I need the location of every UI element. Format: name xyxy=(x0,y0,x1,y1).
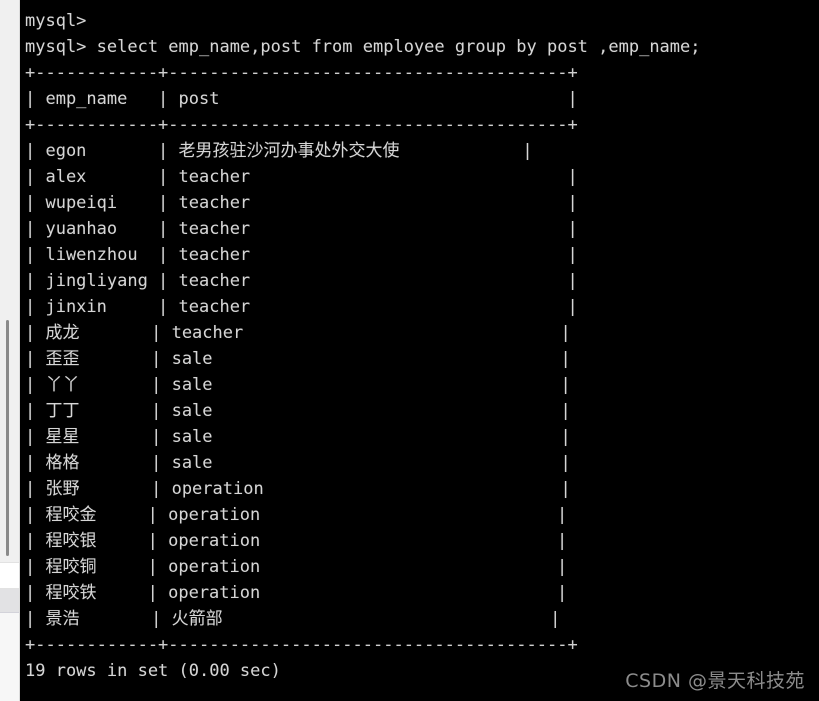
table-row: | wupeiqi | teacher | xyxy=(25,193,578,213)
table-row: | 程咬银 | operation | xyxy=(25,531,568,551)
prompt-line-query: mysql> select emp_name,post from employe… xyxy=(25,37,701,57)
table-row: | liwenzhou | teacher | xyxy=(25,245,578,265)
csdn-watermark: CSDN @景天科技苑 xyxy=(625,670,805,692)
table-row: | yuanhao | teacher | xyxy=(25,219,578,239)
scrollbar-track[interactable] xyxy=(0,0,19,560)
table-row: | 程咬金 | operation | xyxy=(25,505,568,525)
table-row: | jinxin | teacher | xyxy=(25,297,578,317)
terminal-output: mysql> mysql> select emp_name,post from … xyxy=(25,8,819,701)
prompt-line-blank: mysql> xyxy=(25,11,87,31)
gutter-block-white xyxy=(0,562,19,589)
terminal-pane[interactable]: mysql> mysql> select emp_name,post from … xyxy=(20,0,819,701)
table-row: | 景浩 | 火箭部 | xyxy=(25,609,561,629)
screenshot-root: mysql> mysql> select emp_name,post from … xyxy=(0,0,819,701)
left-gutter xyxy=(0,0,20,701)
scrollbar-thumb[interactable] xyxy=(6,320,9,556)
table-row: | 丁丁 | sale | xyxy=(25,401,571,421)
table-border-top: +------------+--------------------------… xyxy=(25,63,578,83)
table-row: | jingliyang | teacher | xyxy=(25,271,578,291)
table-row: | 丫丫 | sale | xyxy=(25,375,571,395)
gutter-footer-area xyxy=(0,613,19,701)
table-row: | 张野 | operation | xyxy=(25,479,571,499)
gutter-block-gray xyxy=(0,589,19,613)
table-border-mid: +------------+--------------------------… xyxy=(25,115,578,135)
table-row: | 成龙 | teacher | xyxy=(25,323,571,343)
table-row: | 格格 | sale | xyxy=(25,453,571,473)
table-border-bottom: +------------+--------------------------… xyxy=(25,635,578,655)
table-row: | 程咬铜 | operation | xyxy=(25,557,568,577)
table-row: | 程咬铁 | operation | xyxy=(25,583,568,603)
table-row: | egon | 老男孩驻沙河办事处外交大使 | xyxy=(25,141,533,161)
table-row: | alex | teacher | xyxy=(25,167,578,187)
table-header-row: | emp_name | post | xyxy=(25,89,578,109)
table-row: | 歪歪 | sale | xyxy=(25,349,571,369)
table-row: | 星星 | sale | xyxy=(25,427,571,447)
